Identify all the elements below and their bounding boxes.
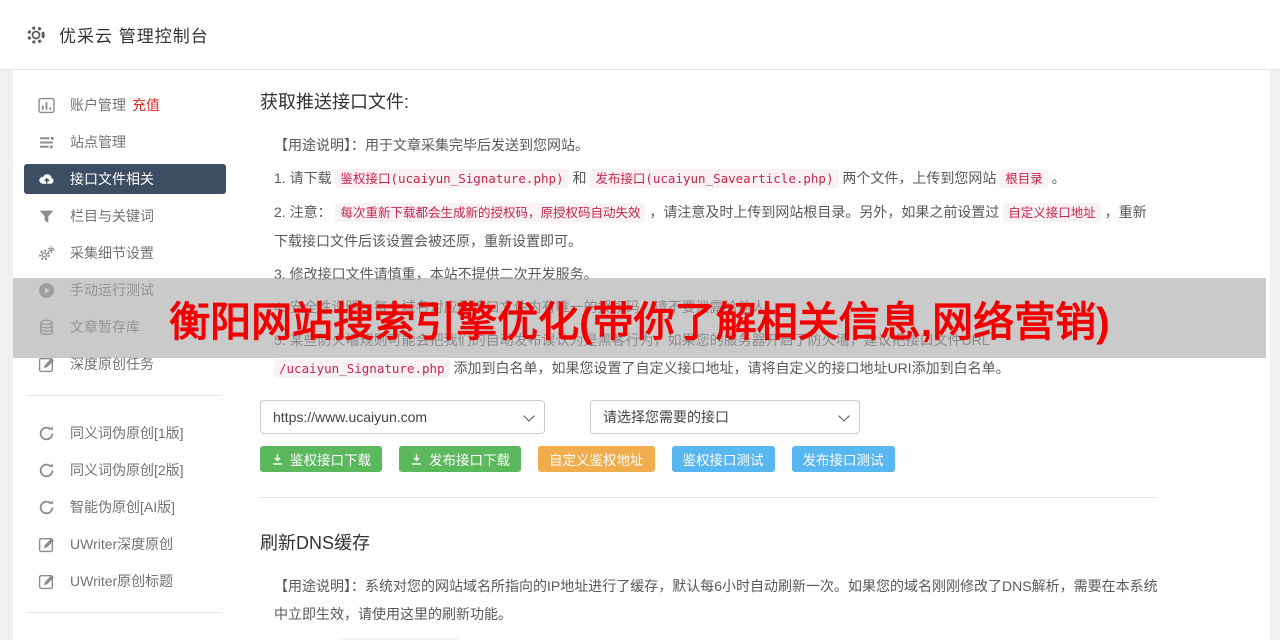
sidebar-item-label: 栏目与关键词 bbox=[70, 206, 154, 226]
sidebar-divider bbox=[28, 395, 222, 396]
pen-square-icon bbox=[38, 536, 55, 553]
database-icon bbox=[38, 319, 55, 336]
button-label: 发布接口测试 bbox=[803, 449, 884, 469]
button-label: 发布接口下载 bbox=[429, 449, 510, 469]
your-domain-line: 您的域名: www.ucaiyun.com bbox=[274, 633, 1158, 640]
button-label: 自定义鉴权地址 bbox=[549, 449, 644, 469]
refresh-icon bbox=[38, 425, 55, 442]
step-2: 2. 注意： 每次重新下载都会生成新的授权码，原授权码自动失效 ，请注意及时上传… bbox=[274, 198, 1158, 255]
sidebar-divider bbox=[28, 612, 222, 613]
app-title: 优采云 管理控制台 bbox=[59, 22, 209, 47]
sidebar-item-collection-settings[interactable]: 采集细节设置 bbox=[24, 238, 226, 268]
content-card: 账户管理 充值 站点管理 接口文件相关 栏目与关键词 采集细节设置 bbox=[13, 70, 1270, 640]
sidebar-item-label: 文章暂存库 bbox=[70, 317, 140, 337]
pen-square-icon bbox=[38, 356, 55, 373]
gears-icon bbox=[38, 245, 55, 262]
sidebar-item-label: 同义词伪原创[1版] bbox=[70, 423, 184, 443]
refresh-icon bbox=[38, 462, 55, 479]
top-navbar: 优采云 管理控制台 bbox=[0, 0, 1280, 70]
sidebar-item-label: 站点管理 bbox=[70, 132, 126, 152]
sidebar-item-account[interactable]: 账户管理 充值 bbox=[24, 90, 226, 120]
main-content: 获取推送接口文件: 【用途说明】：用于文章采集完毕后发送到您网站。 1. 请下载… bbox=[248, 70, 1270, 640]
sidebar-item-manual-test[interactable]: 手动运行测试 bbox=[24, 275, 226, 305]
sidebar-item-label: 深度原创任务 bbox=[70, 354, 154, 374]
sidebar-item-label: 手动运行测试 bbox=[70, 280, 154, 300]
recharge-link[interactable]: 充值 bbox=[132, 95, 160, 115]
sidebar-item-uwriter-deep[interactable]: UWriter深度原创 bbox=[24, 529, 226, 559]
custom-auth-address-button[interactable]: 自定义鉴权地址 bbox=[538, 446, 655, 472]
step-5: 5. 某些防火墙规则可能会把我们的自动发布误认为是黑客行为，如果您的服务器开启了… bbox=[274, 326, 1158, 383]
sidebar-item-uwriter-title[interactable]: UWriter原创标题 bbox=[24, 566, 226, 596]
site-select-wrap: https://www.ucaiyun.com bbox=[260, 400, 545, 434]
sidebar-item-label: 同义词伪原创[2版] bbox=[70, 460, 184, 480]
button-label: 鉴权接口下载 bbox=[290, 449, 371, 469]
step-3: 3. 修改接口文件请慎重，本站不提供二次开发服务。 bbox=[274, 260, 1158, 288]
refresh-icon bbox=[38, 499, 55, 516]
sidebar-item-synonym-v2[interactable]: 同义词伪原创[2版] bbox=[24, 455, 226, 485]
select-row: https://www.ucaiyun.com 请选择您需要的接口 bbox=[260, 400, 1158, 434]
auth-interface-download-button[interactable]: 鉴权接口下载 bbox=[260, 446, 382, 472]
sidebar-item-synonym-v1[interactable]: 同义词伪原创[1版] bbox=[24, 418, 226, 448]
sidebar-item-article-cache[interactable]: 文章暂存库 bbox=[24, 312, 226, 342]
play-circle-icon bbox=[38, 282, 55, 299]
site-list-icon bbox=[38, 134, 55, 151]
step-1: 1. 请下载 鉴权接口(ucaiyun_Signature.php) 和 发布接… bbox=[274, 164, 1158, 193]
sidebar-item-sites[interactable]: 站点管理 bbox=[24, 127, 226, 157]
sidebar-item-ai-rewrite[interactable]: 智能伪原创[AI版] bbox=[24, 492, 226, 522]
section-divider bbox=[260, 497, 1158, 498]
site-select[interactable]: https://www.ucaiyun.com bbox=[260, 400, 545, 434]
dns-usage-note: 【用途说明】：系统对您的网站域名所指向的IP地址进行了缓存，默认每6小时自动刷新… bbox=[274, 572, 1158, 628]
button-row: 鉴权接口下载 发布接口下载 自定义鉴权地址 鉴权接口测试 发布接口测试 bbox=[260, 446, 1158, 472]
funnel-icon bbox=[38, 208, 55, 225]
api-select[interactable]: 请选择您需要的接口 bbox=[590, 400, 860, 434]
api-select-wrap: 请选择您需要的接口 bbox=[590, 400, 860, 434]
sidebar-item-label: 账户管理 bbox=[70, 95, 126, 115]
sidebar-item-label: 智能伪原创[AI版] bbox=[70, 497, 175, 517]
gear-icon bbox=[25, 24, 47, 46]
sidebar: 账户管理 充值 站点管理 接口文件相关 栏目与关键词 采集细节设置 bbox=[13, 70, 248, 640]
download-icon bbox=[410, 453, 423, 466]
sidebar-item-public-lexicon[interactable]: 公有词库查询 bbox=[24, 635, 226, 640]
sidebar-item-interface-files[interactable]: 接口文件相关 bbox=[24, 164, 226, 194]
button-label: 鉴权接口测试 bbox=[683, 449, 764, 469]
download-icon bbox=[271, 453, 284, 466]
publish-interface-test-button[interactable]: 发布接口测试 bbox=[792, 446, 895, 472]
sidebar-item-label: 采集细节设置 bbox=[70, 243, 154, 263]
sidebar-item-deep-original[interactable]: 深度原创任务 bbox=[24, 349, 226, 379]
bar-chart-icon bbox=[38, 97, 55, 114]
publish-interface-download-button[interactable]: 发布接口下载 bbox=[399, 446, 521, 472]
auth-interface-test-button[interactable]: 鉴权接口测试 bbox=[672, 446, 775, 472]
sidebar-item-label: UWriter深度原创 bbox=[70, 534, 173, 554]
sidebar-item-columns-keywords[interactable]: 栏目与关键词 bbox=[24, 201, 226, 231]
cloud-upload-icon bbox=[38, 171, 55, 188]
usage-note: 【用途说明】：用于文章采集完毕后发送到您网站。 bbox=[274, 131, 1158, 159]
section-title-dns: 刷新DNS缓存 bbox=[260, 529, 1158, 555]
section-title-interface: 获取推送接口文件: bbox=[260, 88, 1158, 114]
pen-square-icon bbox=[38, 573, 55, 590]
step-4: 4. 安全性说明：每个域名对应的接口文件内有唯一的授权码，请不要泄露给他人。 bbox=[274, 293, 1158, 321]
sidebar-item-label: 接口文件相关 bbox=[70, 169, 154, 189]
sidebar-item-label: UWriter原创标题 bbox=[70, 571, 173, 591]
